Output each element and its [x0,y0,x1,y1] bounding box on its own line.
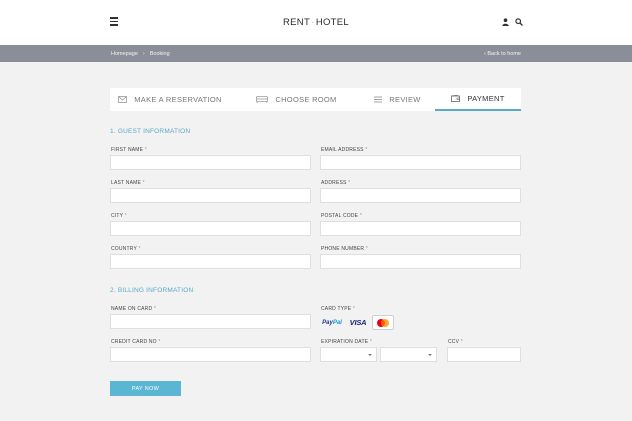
top-header: RENT HOTEL [0,0,632,45]
logo-text-hotel: HOTEL [315,16,349,28]
postal-code-label: POSTAL CODE * [321,213,362,219]
last-name-field[interactable] [110,188,311,203]
country-field[interactable] [110,254,311,269]
name-on-card-label: NAME ON CARD * [111,306,157,312]
list-icon [374,96,383,103]
pay-now-button[interactable]: PAY NOW [110,381,181,396]
billing-information-title: 2. BILLING INFORMATION [110,287,194,294]
envelope-icon [118,96,128,103]
mastercard-option[interactable] [372,315,394,330]
email-label: EMAIL ADDRESS * [321,147,368,153]
city-label: CITY * [111,213,127,219]
country-label: COUNTRY * [111,246,141,252]
first-name-label: FIRST NAME * [111,147,147,153]
address-field[interactable] [320,188,521,203]
ccv-field[interactable] [447,347,521,362]
expiration-date-label: EXPIRATION DATE * [321,339,373,345]
step-make-reservation[interactable]: MAKE A RESERVATION [110,88,230,111]
postal-code-field[interactable] [320,221,521,236]
breadcrumb: Homepage › Booking [111,51,170,57]
step-label: CHOOSE ROOM [275,95,337,104]
search-icon[interactable] [515,18,523,26]
ccv-label: CCV * [448,339,463,345]
logo[interactable]: RENT HOTEL [283,15,349,29]
credit-card-no-label: CREDIT CARD NO * [111,339,161,345]
step-review[interactable]: REVIEW [360,88,435,111]
city-field[interactable] [110,221,311,236]
visa-option[interactable]: VISA [347,315,369,330]
first-name-field[interactable] [110,155,311,170]
expiration-month-select[interactable] [320,347,377,362]
user-icon[interactable] [502,18,509,26]
breadcrumb-separator: › [142,51,145,57]
paypal-text-pal: Pal [332,319,342,326]
chevron-down-icon [368,354,372,356]
visa-text: VISA [349,318,367,327]
booking-steps: MAKE A RESERVATION CHOOSE ROOM REVIEW PA… [110,88,521,111]
address-label: ADDRESS * [321,180,351,186]
back-to-home-link[interactable]: ‹ Back to home [484,51,521,57]
step-payment[interactable]: PAYMENT [435,88,521,111]
step-label: REVIEW [389,95,421,104]
breadcrumb-homepage[interactable]: Homepage [111,51,138,57]
guest-information-title: 1. GUEST INFORMATION [110,128,191,135]
last-name-label: LAST NAME * [111,180,145,186]
expiration-year-select[interactable] [380,347,437,362]
wallet-icon [451,95,461,102]
chevron-down-icon [428,354,432,356]
breadcrumb-bar: Homepage › Booking ‹ Back to home [0,45,632,62]
paypal-text-pay: Pay [322,319,333,326]
name-on-card-field[interactable] [110,314,311,329]
step-label: MAKE A RESERVATION [134,95,222,104]
bed-icon [256,96,269,103]
breadcrumb-booking: Booking [149,51,170,57]
logo-text-rent: RENT [283,16,311,28]
email-field[interactable] [320,155,521,170]
credit-card-number-field[interactable] [110,347,311,362]
card-type-label: CARD TYPE * [321,306,356,312]
mastercard-logo-icon [377,318,389,327]
paypal-option[interactable]: Pay Pal [321,315,343,330]
phone-number-label: PHONE NUMBER * [321,246,368,252]
step-label: PAYMENT [467,94,505,103]
menu-icon[interactable] [110,17,118,26]
step-choose-room[interactable]: CHOOSE ROOM [249,88,344,111]
logo-mark-icon [312,21,314,23]
phone-number-field[interactable] [320,254,521,269]
